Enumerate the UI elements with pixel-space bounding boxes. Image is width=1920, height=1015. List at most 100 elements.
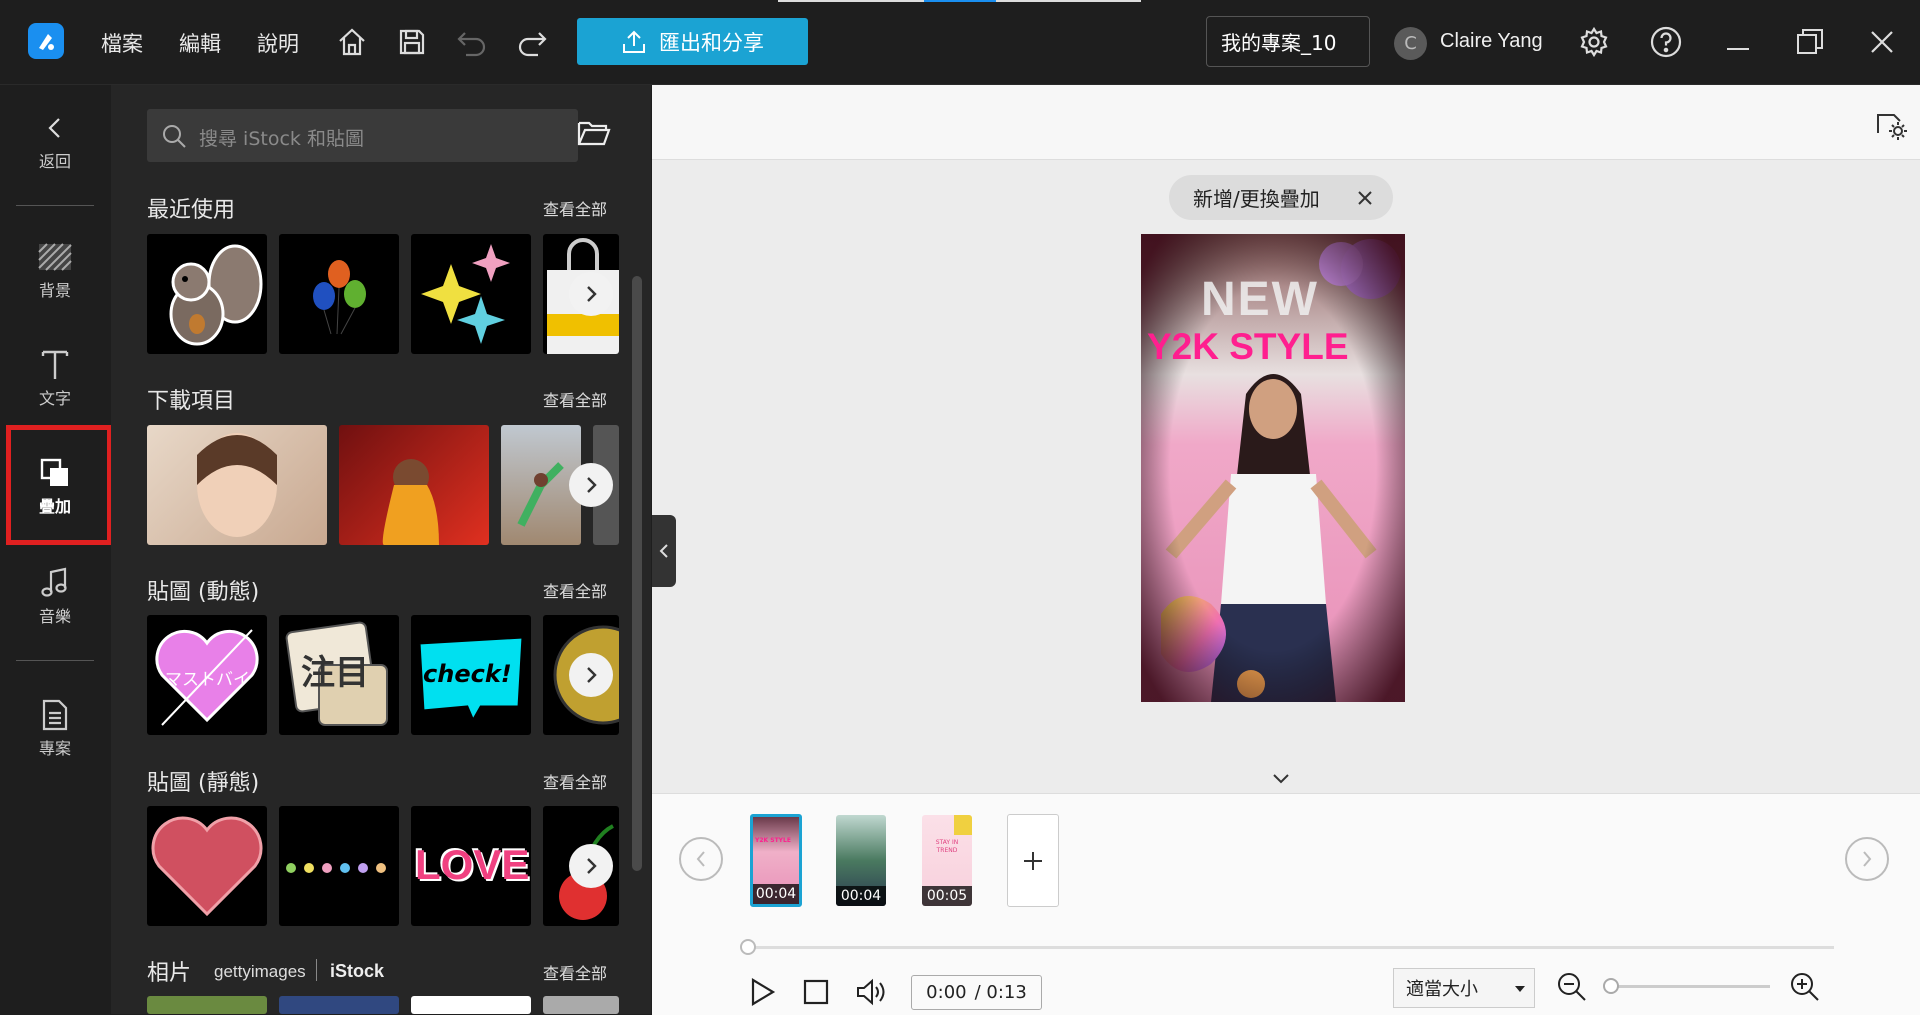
timeline-clip-3[interactable]: STAY IN TREND 00:05 (922, 815, 972, 906)
menu-edit[interactable]: 編輯 (179, 28, 221, 58)
export-share-button[interactable]: 匯出和分享 (577, 18, 808, 65)
zoom-in-icon[interactable] (1789, 971, 1821, 1007)
minimize-icon[interactable] (1718, 22, 1758, 62)
next-arrow-stickers-animated[interactable] (569, 653, 613, 697)
time-display: 0:00 / 0:13 (911, 975, 1042, 1010)
clip-1-label: Y2K STYLE (755, 837, 791, 844)
collapse-panel-tab[interactable] (652, 515, 676, 587)
recent-item-sparkles[interactable] (411, 234, 531, 354)
time-current: 0:00 (926, 982, 967, 1003)
zoom-slider-track[interactable] (1606, 985, 1770, 988)
timeline-clip-2[interactable]: 00:04 (836, 815, 886, 906)
menu-help[interactable]: 說明 (257, 28, 299, 58)
overlay-chip-label: 新增/更換疊加 (1193, 187, 1320, 211)
sticker-love[interactable]: LOVE (411, 806, 531, 926)
loading-strip (778, 0, 924, 2)
library-scrollbar[interactable] (632, 276, 642, 871)
volume-icon[interactable] (856, 977, 888, 1011)
chevron-down-icon[interactable] (1270, 771, 1292, 790)
recent-item-balloons[interactable] (279, 234, 399, 354)
sticker-dots[interactable] (279, 806, 399, 926)
playback-scrubber-track[interactable] (748, 946, 1834, 949)
see-all-stickers-animated[interactable]: 查看全部 (543, 578, 607, 602)
video-text-y2k-style: Y2K STYLE (1147, 326, 1349, 367)
recent-item-squirrel[interactable] (147, 234, 267, 354)
help-icon[interactable] (1646, 22, 1686, 62)
add-clip-button[interactable] (1007, 814, 1059, 907)
section-recent: 最近使用 (147, 198, 236, 223)
see-all-photos[interactable]: 查看全部 (543, 960, 607, 984)
next-arrow-stickers-static[interactable] (569, 844, 613, 888)
play-icon[interactable] (747, 977, 777, 1011)
home-icon[interactable] (332, 22, 372, 62)
overlay-chip[interactable]: 新增/更換疊加 (1169, 175, 1393, 220)
timeline-prev-button[interactable] (679, 837, 723, 881)
chevron-right-icon (587, 858, 597, 874)
zoom-slider-handle[interactable] (1603, 978, 1619, 994)
download-item-dancer[interactable] (339, 425, 489, 545)
nav-back[interactable]: 返回 (0, 108, 110, 172)
project-name-field[interactable]: 我的專案_10 (1206, 16, 1370, 67)
photo-item-white[interactable] (411, 996, 531, 1014)
loading-strip-end (996, 0, 1141, 2)
zoom-fit-select[interactable]: 適當大小 (1393, 968, 1535, 1008)
see-all-recent[interactable]: 查看全部 (543, 196, 607, 220)
close-icon[interactable] (1862, 22, 1902, 62)
restore-icon[interactable] (1790, 22, 1830, 62)
chevron-right-icon (587, 667, 597, 683)
search-input[interactable]: 搜尋 iStock 和貼圖 (147, 109, 578, 162)
library-panel: 搜尋 iStock 和貼圖 最近使用 查看全部 下載項目 查看全部 貼圖 (動態… (111, 85, 651, 1014)
chevron-left-icon (0, 108, 110, 148)
time-total: / 0:13 (974, 982, 1027, 1003)
upload-icon (623, 30, 645, 53)
stop-icon[interactable] (803, 979, 829, 1009)
sticker-check-text: check! (423, 660, 512, 688)
video-preview[interactable]: NEW Y2K STYLE (1141, 234, 1405, 702)
folder-open-icon[interactable] (577, 119, 611, 151)
nav-background-label: 背景 (38, 281, 71, 300)
save-icon[interactable] (392, 22, 432, 62)
title-bar: 檔案 編輯 說明 匯出和分享 我的專案_10 C Claire Yang (0, 0, 1920, 85)
chevron-left-icon (696, 851, 705, 867)
photo-item-floral[interactable] (147, 996, 267, 1014)
nav-divider (16, 660, 94, 661)
sticker-glitter-heart[interactable] (147, 806, 267, 926)
next-arrow-recent[interactable] (569, 272, 613, 316)
sticker-heart-text: マストバイ (165, 670, 250, 690)
nav-text[interactable]: 文字 (0, 345, 110, 409)
active-nav-highlight (6, 425, 112, 545)
zoom-out-icon[interactable] (1556, 971, 1588, 1007)
photo-item-partial[interactable] (543, 996, 619, 1014)
see-all-stickers-static[interactable]: 查看全部 (543, 769, 607, 793)
redo-icon[interactable] (512, 22, 552, 62)
gear-icon[interactable] (1574, 22, 1614, 62)
avatar[interactable]: C (1394, 27, 1427, 60)
photo-item-blue[interactable] (279, 996, 399, 1014)
sticker-check[interactable]: check! (411, 615, 531, 735)
sticker-notice[interactable]: 注目 (279, 615, 399, 735)
getty-images-logo: gettyimages (214, 962, 306, 981)
nav-music[interactable]: 音樂 (0, 563, 110, 627)
download-item-portrait[interactable] (147, 425, 327, 545)
plus-icon (1024, 851, 1042, 870)
next-arrow-downloads[interactable] (569, 463, 613, 507)
sticker-heart-arrow[interactable]: マストバイ (147, 615, 267, 735)
close-icon[interactable] (1357, 190, 1373, 206)
nav-project-label: 專案 (38, 739, 71, 758)
see-all-downloads[interactable]: 查看全部 (543, 387, 607, 411)
clip-3-label: STAY IN TREND (935, 839, 959, 854)
undo-icon[interactable] (452, 22, 492, 62)
preview-settings-icon[interactable] (1874, 107, 1908, 145)
section-stickers-animated: 貼圖 (動態) (147, 580, 260, 605)
timeline-next-button[interactable] (1845, 837, 1889, 881)
user-name[interactable]: Claire Yang (1440, 30, 1543, 53)
playback-scrubber-handle[interactable] (740, 939, 756, 955)
export-share-label: 匯出和分享 (659, 30, 764, 55)
nav-background[interactable]: 背景 (0, 237, 110, 301)
section-photos: 相片 (147, 961, 192, 986)
clip-3-duration: 00:05 (922, 886, 972, 906)
text-icon (0, 345, 110, 385)
nav-project[interactable]: 專案 (0, 695, 110, 759)
timeline-clip-1[interactable]: Y2K STYLE 00:04 (750, 814, 802, 907)
menu-file[interactable]: 檔案 (101, 28, 143, 58)
